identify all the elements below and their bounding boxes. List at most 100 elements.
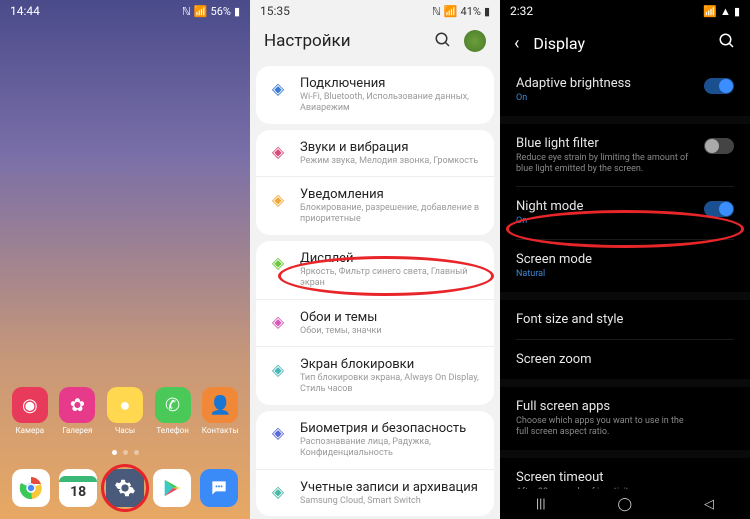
display-item-sub: Reduce eye strain by limiting the amount…	[516, 153, 734, 175]
display-settings-panel: 2:32 📶 ▲ ▮ ‹ Display Adaptive brightness…	[500, 0, 750, 519]
display-item-title: Blue light filter	[516, 136, 734, 151]
apps-row: ◉ Камера ✿Галерея●Часы✆ Телефон 👤 Контакты	[0, 387, 250, 435]
display-header: ‹ Display	[500, 22, 750, 64]
settings-item-sub: Samsung Cloud, Smart Switch	[300, 496, 482, 507]
app-Камера[interactable]: ◉ Камера	[9, 387, 51, 435]
settings-item-title: Экран блокировки	[300, 357, 482, 372]
display-item[interactable]: Full screen appsChoose which apps you wa…	[500, 387, 750, 450]
app-Контакты[interactable]: 👤 Контакты	[199, 387, 241, 435]
messages-icon[interactable]	[200, 469, 238, 507]
play-store-icon[interactable]	[153, 469, 191, 507]
settings-item[interactable]: ◈ Звуки и вибрацияРежим звука, Мелодия зв…	[256, 130, 494, 177]
app-Галерея[interactable]: ✿Галерея	[56, 387, 98, 435]
settings-item-sub: Яркость, Фильтр синего света, Главный эк…	[300, 267, 482, 289]
settings-item-icon: ◈	[268, 189, 288, 209]
settings-item[interactable]: ◈УведомленияБлокирование, разрешение, до…	[256, 176, 494, 235]
settings-item[interactable]: ◈ ПодключенияWi-Fi, Bluetooth, Использова…	[256, 66, 494, 124]
settings-group: ◈ ДисплейЯркость, Фильтр синего света, Гл…	[256, 241, 494, 405]
app-label: Галерея	[62, 426, 92, 435]
battery-icon: ▮	[734, 5, 740, 18]
display-item[interactable]: Blue light filter Reduce eye strain by li…	[500, 124, 750, 187]
settings-item-sub: Wi-Fi, Bluetooth, Использование данных, …	[300, 92, 482, 114]
settings-group: ◈Биометрия и безопасностьРаспознавание л…	[256, 411, 494, 516]
nav-bar: ||| ◯ ◁	[500, 489, 750, 519]
display-item-title: Screen mode	[516, 252, 734, 267]
settings-item-icon: ◈	[268, 142, 288, 162]
settings-item[interactable]: ◈ ДисплейЯркость, Фильтр синего света, Гл…	[256, 241, 494, 299]
app-Телефон[interactable]: ✆ Телефон	[152, 387, 194, 435]
signal-icon: 📶	[194, 5, 208, 18]
settings-item-icon: ◈	[268, 359, 288, 379]
settings-item[interactable]: ◈ Учетные записи и архивацияSamsung Cloud…	[256, 469, 494, 517]
app-icon: 👤	[202, 387, 238, 423]
settings-header: Настройки	[250, 22, 500, 60]
toggle-switch[interactable]	[704, 201, 734, 217]
display-item-title: Font size and style	[516, 312, 734, 327]
page-title: Настройки	[264, 31, 434, 51]
app-Часы[interactable]: ●Часы	[104, 387, 146, 435]
settings-item[interactable]: ◈ Экран блокировкиТип блокировки экрана, …	[256, 346, 494, 405]
settings-panel: 15:35 ℕ 📶 41% ▮ Настройки ◈ПодключенияWi…	[250, 0, 500, 519]
nfc-icon: ℕ	[182, 5, 191, 18]
settings-item-title: Обои и темы	[300, 310, 482, 325]
settings-item-title: Учетные записи и архивация	[300, 480, 482, 495]
settings-item-sub: Режим звука, Мелодия звонка, Громкость	[300, 156, 482, 167]
display-item-sub: On	[516, 93, 734, 104]
settings-item[interactable]: ◈Биометрия и безопасностьРаспознавание л…	[256, 411, 494, 469]
recent-button[interactable]: |||	[536, 497, 546, 512]
app-label: Контакты	[202, 426, 239, 435]
page-title: Display	[533, 34, 704, 53]
battery-text: 41%	[461, 5, 481, 18]
status-right: 📶 ▲ ▮	[703, 5, 740, 18]
settings-group: ◈ ПодключенияWi-Fi, Bluetooth, Использова…	[256, 66, 494, 124]
status-time: 2:32	[510, 4, 533, 18]
dock: 18	[0, 469, 250, 507]
calendar-date: 18	[70, 484, 86, 500]
app-label: Камера	[16, 426, 45, 435]
back-button[interactable]: ◁	[704, 497, 714, 512]
display-item-title: Night mode	[516, 199, 734, 214]
display-item[interactable]: Adaptive brightness On	[500, 64, 750, 116]
display-item[interactable]: Screen zoom	[500, 340, 750, 379]
app-label: Часы	[115, 426, 135, 435]
settings-item[interactable]: ◈Обои и темыОбои, темы, значки	[256, 299, 494, 347]
home-screen-panel: 14:44 ℕ 📶 56% ▮ ◉ Камера ✿Галерея●Часы✆ Тел…	[0, 0, 250, 519]
app-icon: ✆	[155, 387, 191, 423]
battery-text: 56%	[211, 5, 231, 18]
battery-icon: ▮	[484, 5, 490, 18]
display-item-sub: Choose which apps you want to use in the…	[516, 416, 734, 438]
signal-icon: 📶	[444, 5, 458, 18]
nfc-icon: ℕ	[432, 5, 441, 18]
display-item-sub: Natural	[516, 269, 734, 280]
battery-icon: ▮	[234, 5, 240, 18]
calendar-icon[interactable]: 18	[59, 469, 97, 507]
status-time: 14:44	[10, 4, 40, 18]
status-bar: 2:32 📶 ▲ ▮	[500, 0, 750, 22]
display-item[interactable]: Font size and style	[500, 300, 750, 339]
search-icon[interactable]	[434, 31, 454, 51]
settings-item-title: Звуки и вибрация	[300, 140, 482, 155]
settings-item-sub: Тип блокировки экрана, Always On Display…	[300, 373, 482, 395]
settings-group: ◈ Звуки и вибрацияРежим звука, Мелодия зв…	[256, 130, 494, 235]
app-icon: ◉	[12, 387, 48, 423]
settings-icon[interactable]	[106, 469, 144, 507]
back-icon[interactable]: ‹	[514, 33, 519, 54]
display-item[interactable]: Night modeOn	[500, 187, 750, 239]
settings-item-icon: ◈	[268, 482, 288, 502]
home-button[interactable]: ◯	[617, 497, 632, 512]
settings-item-title: Дисплей	[300, 251, 482, 266]
toggle-switch[interactable]	[704, 78, 734, 94]
toggle-switch[interactable]	[704, 138, 734, 154]
settings-item-icon: ◈	[268, 78, 288, 98]
status-right: ℕ 📶 41% ▮	[432, 5, 490, 18]
settings-item-icon: ◈	[268, 253, 288, 273]
app-label: Телефон	[156, 426, 188, 435]
status-bar: 14:44 ℕ 📶 56% ▮	[0, 0, 250, 22]
display-item[interactable]: Screen mode Natural	[500, 240, 750, 292]
signal-icon: ▲	[720, 5, 731, 18]
avatar[interactable]	[464, 30, 486, 52]
search-icon[interactable]	[718, 32, 736, 54]
chrome-icon[interactable]	[12, 469, 50, 507]
display-item-title: Adaptive brightness	[516, 76, 734, 91]
settings-item-title: Подключения	[300, 76, 482, 91]
